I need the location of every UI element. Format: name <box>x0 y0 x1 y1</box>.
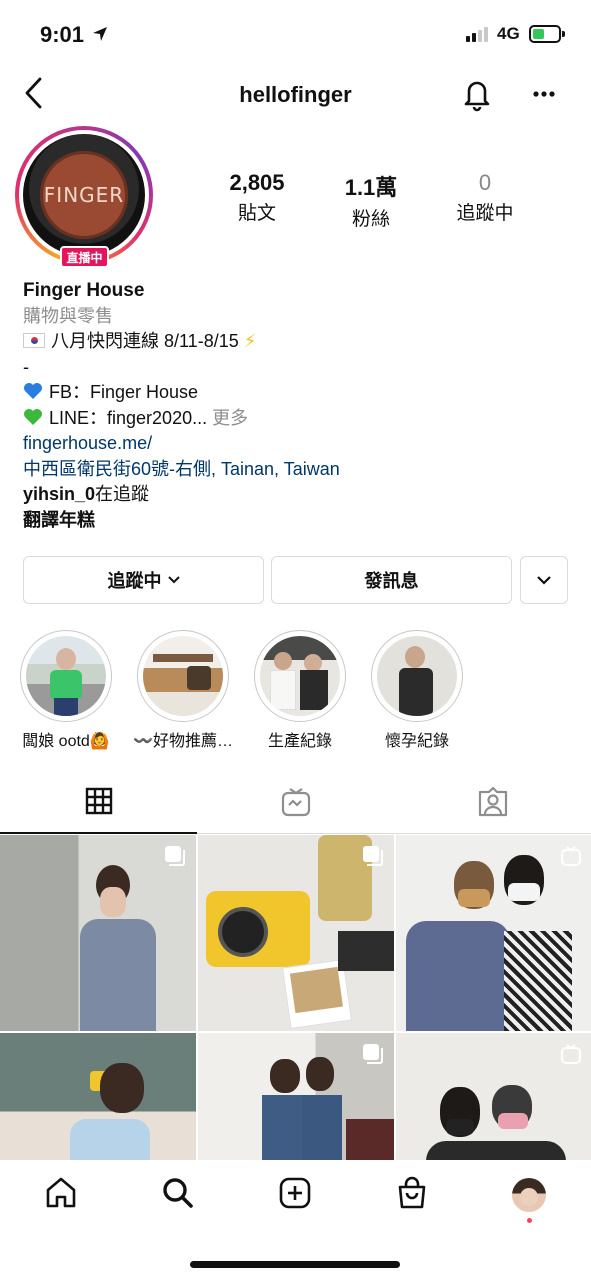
bio-address-link[interactable]: 中西區衛民街60號-右側, Tainan, Taiwan <box>23 457 573 483</box>
post-thumbnail[interactable] <box>198 835 394 1031</box>
igtv-icon <box>561 846 581 866</box>
status-bar: 9:01 4G <box>0 0 591 70</box>
stat-followers[interactable]: 1.1萬 粉絲 <box>334 170 408 231</box>
avatar-logo-text: FINGER <box>43 183 125 207</box>
bio-line-fb: FB：Finger House <box>23 380 573 406</box>
message-button[interactable]: 發訊息 <box>271 556 512 604</box>
profile-username: hellofinger <box>239 82 352 107</box>
highlight-label: 〰️好物推薦… <box>133 733 233 750</box>
post-thumbnail[interactable] <box>198 1033 394 1160</box>
stat-following-value: 0 <box>478 170 492 195</box>
notification-bell-icon[interactable] <box>460 76 494 112</box>
profile-bio: Finger House 購物與零售 八月快閃連線 8/11-8/15 ⚡ - … <box>23 278 573 533</box>
more-options-icon[interactable] <box>529 84 559 104</box>
tagged-person-icon <box>478 786 507 816</box>
profile-header: hellofinger <box>0 70 591 120</box>
highlight-cover-image <box>143 636 223 716</box>
chevron-down-icon <box>537 575 551 585</box>
stat-posts-label: 貼文 <box>237 203 276 224</box>
highlight-item[interactable]: 闆娘 ootd🙆 <box>20 630 112 750</box>
highlight-cover-image <box>26 636 106 716</box>
igtv-icon <box>281 787 310 816</box>
post-thumbnail[interactable] <box>396 1033 591 1160</box>
chevron-down-icon <box>167 576 180 584</box>
posts-grid <box>0 835 591 1160</box>
tab-posts-grid[interactable] <box>0 770 197 834</box>
highlight-item[interactable]: 懷孕紀錄 <box>371 630 463 750</box>
korea-flag-icon <box>23 333 45 348</box>
stat-following[interactable]: 0 追蹤中 <box>448 170 522 225</box>
home-icon[interactable] <box>44 1176 78 1210</box>
post-thumbnail[interactable] <box>396 835 591 1031</box>
bio-line-event: 八月快閃連線 8/11-8/15 ⚡ <box>23 329 573 355</box>
location-arrow-icon <box>93 27 107 41</box>
post-thumbnail[interactable] <box>0 1033 196 1160</box>
post-thumbnail[interactable] <box>0 835 196 1031</box>
stat-following-label: 追蹤中 <box>456 203 514 224</box>
green-heart-icon <box>24 408 42 425</box>
multiple-photos-icon <box>165 846 185 866</box>
profile-tabs <box>0 770 591 834</box>
highlight-label: 懷孕紀錄 <box>384 733 449 750</box>
network-type: 4G <box>497 24 520 43</box>
bio-dash: - <box>23 356 29 377</box>
message-button-label: 發訊息 <box>364 571 419 591</box>
stat-followers-value: 1.1萬 <box>344 175 398 200</box>
highlight-label: 生產紀錄 <box>267 733 332 750</box>
stat-posts[interactable]: 2,805 貼文 <box>220 170 294 225</box>
tab-igtv[interactable] <box>197 770 394 833</box>
following-button-label: 追蹤中 <box>107 571 162 591</box>
search-icon[interactable] <box>161 1176 195 1210</box>
stat-posts-value: 2,805 <box>229 170 285 195</box>
home-indicator <box>190 1261 400 1268</box>
bio-more-link[interactable]: 更多 <box>212 408 248 428</box>
activity-dot <box>527 1218 532 1223</box>
bio-website-link[interactable]: fingerhouse.me/ <box>23 431 573 457</box>
profile-avatar-tab[interactable] <box>512 1178 546 1212</box>
grid-icon <box>85 787 112 815</box>
live-badge: 直播中 <box>60 246 109 268</box>
highlight-item[interactable]: 生產紀錄 <box>254 630 346 750</box>
signal-strength-icon <box>466 26 488 42</box>
blue-heart-icon <box>24 383 42 399</box>
translate-link[interactable]: 翻譯年糕 <box>23 508 573 534</box>
bio-line-line: LINE：finger2020... 更多 <box>23 406 573 432</box>
followed-by[interactable]: yihsin_0在追蹤 <box>23 482 573 508</box>
suggested-accounts-button[interactable] <box>520 556 568 604</box>
battery-icon <box>529 25 565 43</box>
highlight-label: 闆娘 ootd🙆 <box>22 733 110 750</box>
shop-icon[interactable] <box>395 1176 429 1210</box>
profile-avatar[interactable]: FINGER <box>15 126 153 264</box>
multiple-photos-icon <box>363 1044 383 1064</box>
highlight-item[interactable]: 〰️好物推薦… <box>133 630 233 750</box>
lightning-emoji: ⚡ <box>243 331 257 351</box>
following-button[interactable]: 追蹤中 <box>23 556 264 604</box>
profile-category: 購物與零售 <box>23 305 113 326</box>
stat-followers-label: 粉絲 <box>351 209 390 230</box>
new-post-icon[interactable] <box>278 1176 312 1210</box>
tab-tagged[interactable] <box>394 770 591 833</box>
status-time: 9:01 <box>40 22 85 47</box>
profile-display-name: Finger House <box>23 280 145 301</box>
igtv-icon <box>561 1044 581 1064</box>
multiple-photos-icon <box>363 846 383 866</box>
highlight-cover-image <box>377 636 457 716</box>
highlight-cover-image <box>260 636 340 716</box>
